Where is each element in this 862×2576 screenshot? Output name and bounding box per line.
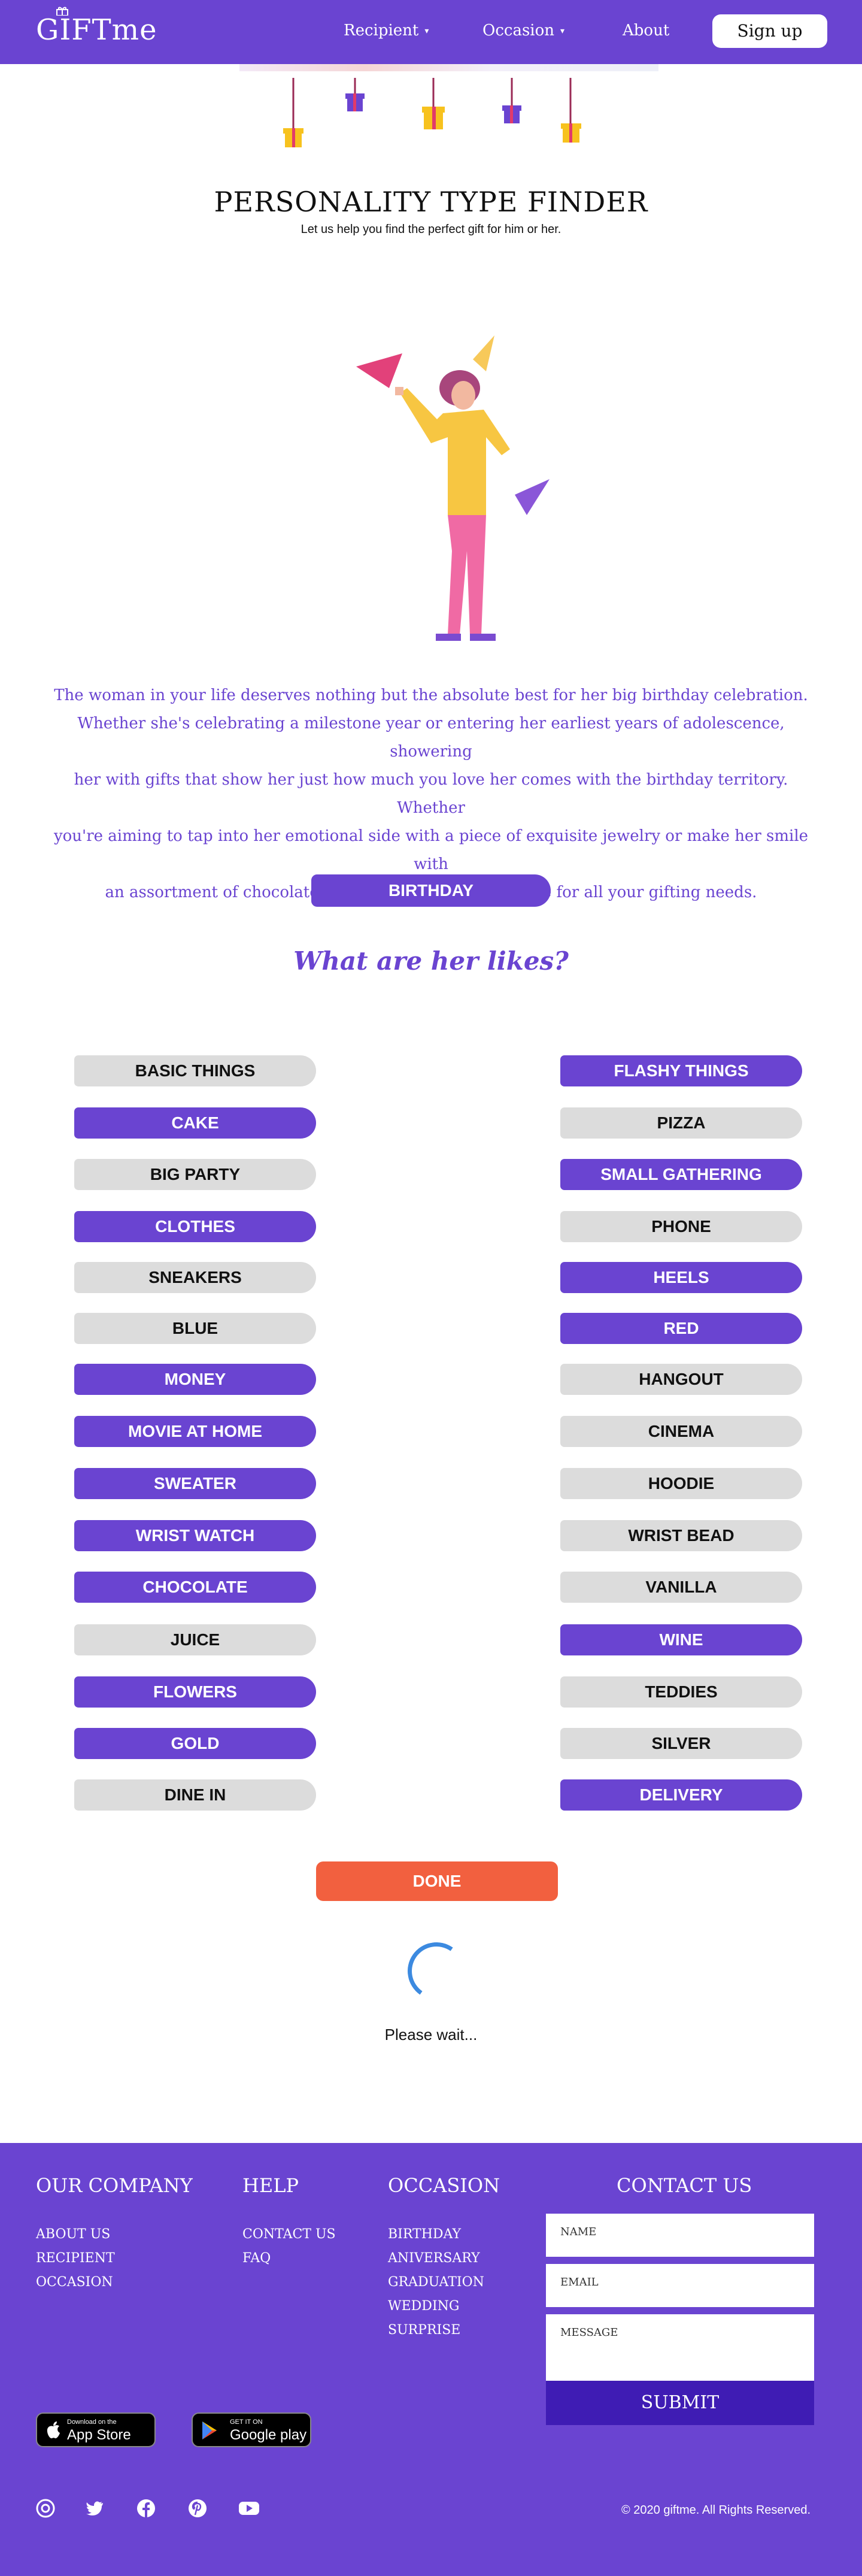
youtube-icon[interactable] bbox=[238, 2499, 260, 2518]
like-option-right[interactable]: FLASHY THINGS bbox=[560, 1055, 802, 1086]
copyright-text: © 2020 giftme. All Rights Reserved. bbox=[621, 2504, 811, 2517]
name-field[interactable]: NAME bbox=[546, 2214, 814, 2257]
gift-icon bbox=[56, 7, 68, 16]
like-option-right[interactable]: WINE bbox=[560, 1624, 802, 1655]
pinterest-icon[interactable] bbox=[188, 2499, 207, 2518]
like-option-left[interactable]: JUICE bbox=[74, 1624, 316, 1655]
occasion-tag[interactable]: BIRTHDAY bbox=[311, 874, 551, 907]
like-option-left[interactable]: CLOTHES bbox=[74, 1211, 316, 1242]
like-option-right[interactable]: PIZZA bbox=[560, 1107, 802, 1139]
footer-link-aniversary[interactable]: ANIVERSARY bbox=[388, 2251, 480, 2266]
intro-line: Whether she's celebrating a milestone ye… bbox=[77, 715, 785, 761]
nav-recipient[interactable]: Recipient ▾ bbox=[344, 22, 429, 40]
likes-heading: What are her likes? bbox=[293, 946, 569, 976]
like-option-left[interactable]: FLOWERS bbox=[74, 1676, 316, 1708]
like-option-left[interactable]: DINE IN bbox=[74, 1779, 316, 1811]
google-play-badge[interactable]: GET IT ON Google play bbox=[192, 2412, 311, 2447]
like-option-right[interactable]: VANILLA bbox=[560, 1572, 802, 1603]
loading-spinner-icon bbox=[403, 1938, 470, 2005]
like-option-right[interactable]: HANGOUT bbox=[560, 1364, 802, 1395]
party-woman-illustration bbox=[356, 335, 550, 641]
footer-link-contact[interactable]: CONTACT US bbox=[242, 2227, 336, 2242]
signup-button[interactable]: Sign up bbox=[712, 14, 827, 48]
like-option-left[interactable]: MONEY bbox=[74, 1364, 316, 1395]
like-option-right[interactable]: WRIST BEAD bbox=[560, 1520, 802, 1551]
like-option-right[interactable]: PHONE bbox=[560, 1211, 802, 1242]
chevron-down-icon: ▾ bbox=[424, 26, 429, 36]
google-play-big-text: Google play bbox=[230, 2427, 307, 2443]
like-option-left[interactable]: GOLD bbox=[74, 1728, 316, 1759]
apple-icon bbox=[47, 2421, 60, 2439]
app-store-big-text: App Store bbox=[67, 2427, 131, 2443]
like-option-right[interactable]: CINEMA bbox=[560, 1416, 802, 1447]
gift-icon bbox=[502, 78, 521, 123]
logo[interactable]: GIFTme bbox=[36, 7, 157, 47]
hero-image-edge bbox=[239, 64, 658, 71]
logo-text: GIFTme bbox=[36, 13, 157, 47]
nav-occasion-label: Occasion bbox=[482, 22, 554, 40]
like-option-left[interactable]: MOVIE AT HOME bbox=[74, 1416, 316, 1447]
gift-icon bbox=[422, 78, 445, 129]
like-option-right[interactable]: DELIVERY bbox=[560, 1779, 802, 1811]
like-option-right[interactable]: SILVER bbox=[560, 1728, 802, 1759]
footer-occasion-heading: OCCASION bbox=[388, 2174, 500, 2197]
footer-help-heading: HELP bbox=[242, 2174, 299, 2197]
like-option-right[interactable]: HEELS bbox=[560, 1262, 802, 1293]
footer-company-heading: OUR COMPANY bbox=[36, 2174, 193, 2197]
like-option-left[interactable]: BIG PARTY bbox=[74, 1159, 316, 1190]
submit-button[interactable]: SUBMIT bbox=[546, 2381, 814, 2425]
nav-about-label: About bbox=[623, 22, 670, 40]
facebook-icon[interactable] bbox=[136, 2499, 156, 2518]
footer-link-recipient[interactable]: RECIPIENT bbox=[36, 2251, 115, 2266]
message-field[interactable]: MESSAGE bbox=[546, 2314, 814, 2381]
google-play-small-text: GET IT ON bbox=[230, 2418, 263, 2426]
loading-text: Please wait... bbox=[384, 2026, 478, 2044]
nav-about[interactable]: About bbox=[623, 22, 669, 40]
nav-recipient-label: Recipient bbox=[344, 22, 419, 40]
footer-link-wedding[interactable]: WEDDING bbox=[388, 2299, 459, 2314]
top-navbar: GIFTme Recipient ▾ Occasion ▾ About Sign u… bbox=[0, 0, 862, 64]
like-option-right[interactable]: SMALL GATHERING bbox=[560, 1159, 802, 1190]
like-option-left[interactable]: CHOCOLATE bbox=[74, 1572, 316, 1603]
twitter-icon[interactable] bbox=[85, 2499, 104, 2518]
footer-link-occasion[interactable]: OCCASION bbox=[36, 2275, 113, 2290]
gift-icon bbox=[345, 78, 365, 111]
intro-line: her with gifts that show her just how mu… bbox=[74, 771, 788, 817]
like-option-left[interactable]: SWEATER bbox=[74, 1468, 316, 1499]
app-store-small-text: Download on the bbox=[67, 2418, 117, 2426]
nav-occasion[interactable]: Occasion ▾ bbox=[482, 22, 564, 40]
app-store-badge[interactable]: Download on the App Store bbox=[36, 2412, 156, 2447]
email-field[interactable]: EMAIL bbox=[546, 2264, 814, 2307]
like-option-right[interactable]: HOODIE bbox=[560, 1468, 802, 1499]
chevron-down-icon: ▾ bbox=[560, 26, 565, 36]
intro-paragraph: The woman in your life deserves nothing … bbox=[48, 682, 814, 907]
page-title: PERSONALITY TYPE FINDER bbox=[214, 186, 648, 218]
like-option-right[interactable]: TEDDIES bbox=[560, 1676, 802, 1708]
footer-link-faq[interactable]: FAQ bbox=[242, 2251, 271, 2266]
intro-line: The woman in your life deserves nothing … bbox=[54, 686, 808, 704]
footer-link-birthday[interactable]: BIRTHDAY bbox=[388, 2227, 461, 2242]
footer-link-about[interactable]: ABOUT US bbox=[36, 2227, 110, 2242]
like-option-right[interactable]: RED bbox=[560, 1313, 802, 1344]
like-option-left[interactable]: CAKE bbox=[74, 1107, 316, 1139]
footer-link-surprise[interactable]: SURPRISE bbox=[388, 2323, 460, 2338]
like-option-left[interactable]: BASIC THINGS bbox=[74, 1055, 316, 1086]
footer: OUR COMPANY ABOUT US RECIPIENT OCCASION … bbox=[0, 2143, 862, 2576]
page-subtitle: Let us help you find the perfect gift fo… bbox=[301, 223, 561, 236]
footer-contact-heading: CONTACT US bbox=[617, 2174, 752, 2197]
like-option-left[interactable]: SNEAKERS bbox=[74, 1262, 316, 1293]
google-play-icon bbox=[202, 2421, 217, 2439]
instagram-icon[interactable] bbox=[36, 2499, 55, 2518]
like-option-left[interactable]: WRIST WATCH bbox=[74, 1520, 316, 1551]
like-option-left[interactable]: BLUE bbox=[74, 1313, 316, 1344]
intro-line: you're aiming to tap into her emotional … bbox=[53, 827, 809, 873]
done-button[interactable]: DONE bbox=[316, 1861, 558, 1901]
gift-icon bbox=[283, 78, 303, 147]
hanging-gifts-decoration bbox=[283, 78, 581, 147]
footer-link-graduation[interactable]: GRADUATION bbox=[388, 2275, 484, 2290]
gift-icon bbox=[561, 78, 581, 143]
